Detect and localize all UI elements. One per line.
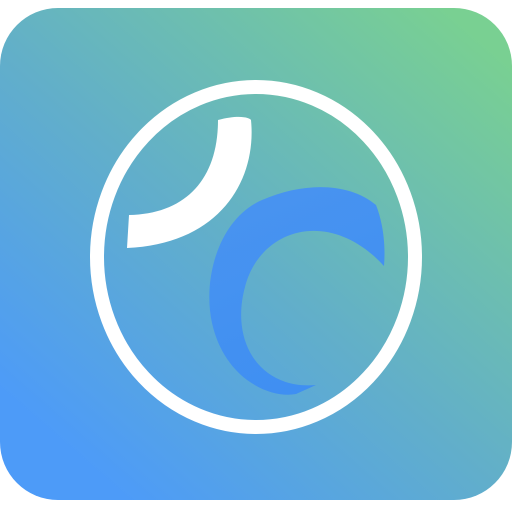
icon-canvas xyxy=(0,0,512,512)
app-logo-icon xyxy=(0,8,512,500)
app-icon xyxy=(0,0,512,512)
